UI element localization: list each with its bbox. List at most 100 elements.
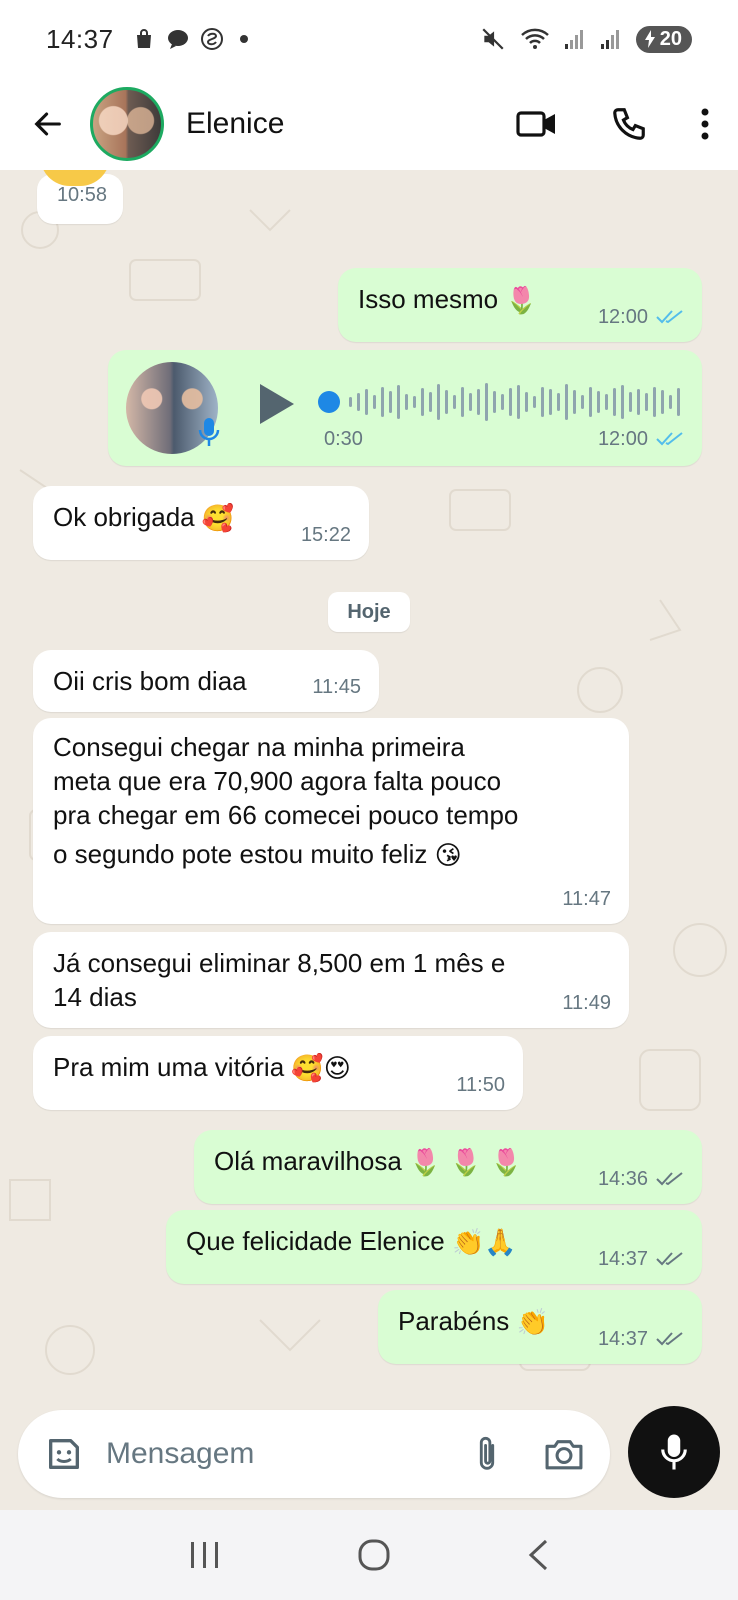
message-time: 11:45 bbox=[312, 676, 361, 698]
play-icon[interactable] bbox=[256, 382, 296, 426]
message-bubble-incoming[interactable]: Já consegui eliminar 8,500 em 1 mês e 14… bbox=[33, 932, 629, 1028]
message-meta: 14:36 bbox=[598, 1162, 684, 1196]
message-bubble-incoming[interactable]: Pra mim uma vitória 🥰😍 11:50 bbox=[33, 1036, 523, 1110]
message-bubble-incoming[interactable]: Oii cris bom diaa 11:45 bbox=[33, 650, 379, 712]
tulip-emoji: 🌷 bbox=[505, 286, 538, 317]
waveform-bar bbox=[661, 390, 664, 414]
smiling-face-hearts-emoji: 🥰 bbox=[201, 504, 235, 535]
battery-indicator: 20 bbox=[635, 25, 692, 53]
recent-apps-icon[interactable] bbox=[188, 1540, 222, 1570]
waveform-bar bbox=[381, 387, 384, 417]
back-arrow-icon bbox=[34, 112, 61, 136]
message-meta: 12:00 bbox=[598, 300, 684, 334]
message-composer bbox=[18, 1410, 610, 1498]
mute-icon bbox=[482, 28, 504, 50]
waveform-bar bbox=[597, 391, 600, 413]
more-icon[interactable] bbox=[700, 107, 710, 141]
waveform-bar bbox=[445, 390, 448, 414]
waveform-bar bbox=[565, 384, 568, 420]
message-time: 11:49 bbox=[562, 992, 611, 1014]
waveform-bar bbox=[605, 394, 608, 410]
waveform-bar bbox=[413, 396, 416, 408]
message-text: Parabéns bbox=[398, 1306, 510, 1336]
phone-icon[interactable] bbox=[610, 105, 648, 143]
back-nav-icon[interactable] bbox=[526, 1538, 550, 1572]
home-icon[interactable] bbox=[357, 1538, 391, 1572]
message-text: Oii cris bom diaa bbox=[53, 666, 247, 696]
video-call-icon[interactable] bbox=[516, 108, 558, 140]
waveform-bar bbox=[429, 392, 432, 412]
smiling-hearts-emoji: 🥰😍 bbox=[291, 1054, 351, 1085]
waveform-bar bbox=[613, 388, 616, 416]
contact-name[interactable]: Elenice bbox=[186, 107, 284, 141]
message-time: 15:22 bbox=[300, 524, 351, 546]
waveform-bar bbox=[365, 389, 368, 415]
read-ticks-icon bbox=[656, 432, 683, 446]
message-bubble-outgoing[interactable]: Que felicidade Elenice 👏🙏 14:37 bbox=[166, 1210, 702, 1284]
waveform-bar bbox=[357, 393, 360, 411]
waveform-bar bbox=[621, 385, 624, 419]
waveform-bar bbox=[405, 394, 408, 410]
kissing-face-emoji: 😘 bbox=[434, 841, 462, 872]
message-bubble-outgoing[interactable]: Isso mesmo 🌷 12:00 bbox=[338, 268, 702, 342]
message-bubble-incoming[interactable]: Ok obrigada 🥰 15:22 bbox=[33, 486, 369, 560]
message-text: Pra mim uma vitória bbox=[53, 1052, 285, 1082]
mic-small-icon bbox=[198, 418, 220, 446]
message-text: Olá maravilhosa bbox=[214, 1146, 402, 1176]
voice-message-bubble[interactable]: 0:30 12:00 bbox=[108, 350, 702, 466]
waveform-bar bbox=[397, 385, 400, 419]
message-input[interactable] bbox=[106, 1437, 426, 1471]
clapping-emoji: 👏 bbox=[516, 1308, 549, 1339]
waveform-bar bbox=[573, 390, 576, 414]
waveform-bar bbox=[653, 387, 656, 417]
waveform-bar bbox=[517, 385, 520, 419]
waveform-bar bbox=[669, 395, 672, 409]
waveform-bar bbox=[533, 396, 536, 408]
delivered-ticks-icon bbox=[656, 1172, 683, 1186]
message-time: 14:37 bbox=[597, 1328, 648, 1350]
message-text: Ok obrigada bbox=[53, 502, 195, 532]
read-ticks-icon bbox=[656, 310, 683, 324]
battery-level: 20 bbox=[659, 27, 682, 50]
waveform-bar bbox=[589, 387, 592, 417]
delivered-ticks-icon bbox=[656, 1332, 683, 1346]
signal-icon bbox=[600, 30, 619, 49]
attach-icon[interactable] bbox=[474, 1434, 500, 1474]
clapping-praying-emoji: 👏🙏 bbox=[451, 1228, 517, 1259]
message-time: 12:00 bbox=[597, 306, 648, 328]
message-bubble-outgoing[interactable]: Olá maravilhosa 🌷 🌷 🌷 14:36 bbox=[194, 1130, 702, 1204]
waveform-bar bbox=[453, 395, 456, 409]
waveform-bar bbox=[549, 389, 552, 415]
waveform-bar bbox=[493, 391, 496, 413]
playhead-dot[interactable] bbox=[318, 391, 340, 413]
contact-avatar[interactable] bbox=[90, 87, 164, 161]
status-time: 14:37 bbox=[46, 23, 114, 54]
message-text-line: Consegui chegar na minha primeira bbox=[53, 732, 465, 762]
message-text: Que felicidade Elenice bbox=[186, 1226, 445, 1256]
chat-header: Elenice bbox=[0, 78, 738, 170]
voice-record-button[interactable] bbox=[628, 1406, 720, 1498]
message-text-line: o segundo pote estou muito feliz bbox=[53, 839, 428, 869]
camera-icon[interactable] bbox=[544, 1436, 584, 1472]
chat-area[interactable]: 10:58 Isso mesmo 🌷 12:00 0:30 12:00 Ok o… bbox=[0, 170, 738, 1510]
waveform-bar bbox=[501, 394, 504, 410]
date-separator: Hoje bbox=[328, 592, 410, 632]
mic-icon bbox=[661, 1434, 687, 1470]
audio-waveform[interactable] bbox=[318, 380, 680, 424]
system-nav-bar bbox=[0, 1510, 738, 1600]
message-time: 14:36 bbox=[597, 1168, 648, 1190]
chat-icon bbox=[167, 30, 188, 49]
message-text-line: pra chegar em 66 comecei pouco tempo bbox=[53, 800, 519, 830]
waveform-bar bbox=[557, 393, 560, 411]
waveform-bar bbox=[637, 389, 640, 415]
message-bubble-outgoing[interactable]: Parabéns 👏 14:37 bbox=[378, 1290, 702, 1364]
sticker-icon[interactable] bbox=[44, 1434, 84, 1474]
waveform-bar bbox=[581, 395, 584, 409]
waveform-bar bbox=[437, 384, 440, 420]
back-button[interactable] bbox=[28, 104, 68, 144]
waveform-bar bbox=[629, 392, 632, 412]
message-bubble-incoming[interactable]: Consegui chegar na minha primeira meta q… bbox=[33, 718, 629, 924]
header-actions bbox=[516, 105, 710, 143]
message-time: 11:47 bbox=[562, 888, 611, 910]
composer-icons bbox=[474, 1434, 584, 1474]
